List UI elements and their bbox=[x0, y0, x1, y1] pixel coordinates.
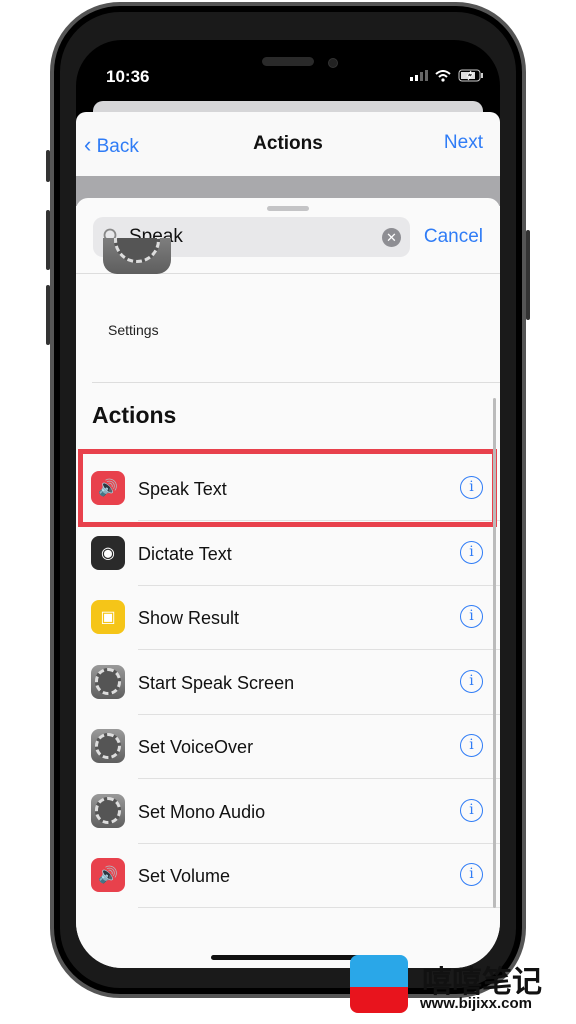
info-icon[interactable]: i bbox=[460, 863, 483, 886]
side-button bbox=[526, 230, 530, 320]
info-icon[interactable]: i bbox=[460, 734, 483, 757]
speaker-grille bbox=[262, 57, 314, 66]
watermark: 嘻嘻笔记 www.bijixx.com bbox=[350, 955, 570, 1015]
wifi-icon bbox=[435, 69, 451, 82]
action-label: Set VoiceOver bbox=[138, 737, 254, 757]
battery-charging-icon bbox=[458, 69, 483, 82]
settings-app-label: Settings bbox=[108, 322, 159, 338]
result-icon: ▣ bbox=[91, 600, 125, 634]
back-button[interactable]: ‹ Back bbox=[84, 132, 139, 158]
action-row[interactable]: ◉ Dictate Text i bbox=[76, 522, 500, 586]
action-row[interactable]: 🔊 Set Volume i bbox=[76, 844, 500, 908]
chevron-left-icon: ‹ bbox=[84, 132, 92, 157]
action-row[interactable]: Set Mono Audio i bbox=[76, 780, 500, 844]
gear-icon bbox=[91, 793, 125, 828]
info-icon[interactable]: i bbox=[460, 540, 483, 564]
next-button[interactable]: Next bbox=[444, 132, 483, 154]
divider bbox=[92, 382, 500, 383]
gear-icon bbox=[91, 664, 125, 699]
watermark-url: www.bijixx.com bbox=[420, 995, 532, 1012]
sheet-grabber[interactable] bbox=[267, 206, 309, 211]
watermark-logo bbox=[350, 955, 408, 1013]
settings-app-icon[interactable] bbox=[103, 238, 171, 274]
action-label: Set Mono Audio bbox=[138, 801, 266, 822]
home-indicator[interactable] bbox=[211, 955, 365, 960]
action-row[interactable]: Set VoiceOver i bbox=[76, 715, 500, 779]
speaker-icon: 🔊 bbox=[91, 858, 125, 892]
nav-bar: ‹ Back Actions Next bbox=[76, 112, 500, 176]
record-icon: ◉ bbox=[91, 535, 125, 570]
info-icon[interactable]: i bbox=[460, 605, 483, 628]
volume-up-button bbox=[46, 210, 50, 270]
info-icon[interactable]: i bbox=[460, 798, 483, 822]
page-title: Actions bbox=[253, 133, 323, 154]
camera bbox=[328, 58, 338, 68]
actions-sheet: Speak ✕ Cancel Settings Actions 🔊 Speak … bbox=[76, 198, 500, 968]
divider bbox=[138, 907, 500, 908]
status-time: 10:36 bbox=[106, 67, 150, 86]
back-label: Back bbox=[96, 136, 139, 157]
info-icon[interactable]: i bbox=[460, 669, 483, 693]
action-label: Dictate Text bbox=[138, 543, 232, 564]
action-row[interactable]: ▣ Show Result i bbox=[76, 586, 500, 650]
cancel-button[interactable]: Cancel bbox=[424, 226, 483, 248]
action-label: Set Volume bbox=[138, 866, 231, 886]
gear-icon bbox=[91, 729, 125, 763]
screen: 10:36 ‹ Back Actions Next Speak ✕ Cancel… bbox=[76, 40, 500, 968]
action-label: Show Result bbox=[138, 608, 240, 628]
mute-switch bbox=[46, 150, 50, 182]
action-label: Start Speak Screen bbox=[138, 672, 295, 693]
scrollbar[interactable] bbox=[493, 398, 496, 908]
section-heading: Actions bbox=[92, 402, 177, 428]
clear-search-icon[interactable]: ✕ bbox=[382, 228, 401, 247]
action-row[interactable]: Start Speak Screen i bbox=[76, 651, 500, 715]
volume-down-button bbox=[46, 285, 50, 345]
signal-icon bbox=[410, 70, 428, 81]
highlight-box bbox=[78, 449, 497, 527]
